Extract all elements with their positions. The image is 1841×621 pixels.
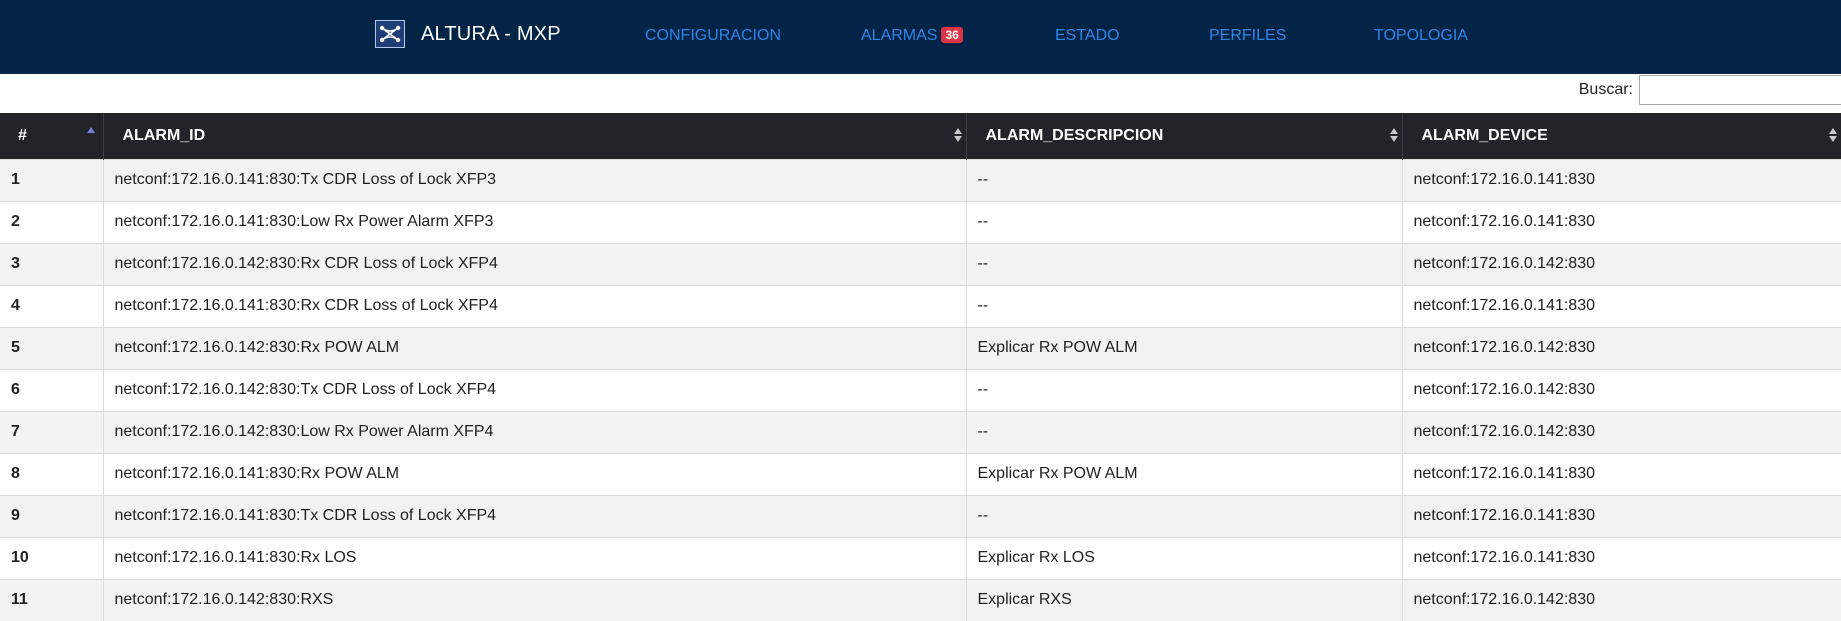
alarms-table: # ALARM_ID ALARM_DESCRIPCION ALARM_DEVIC… <box>0 113 1841 621</box>
nav-configuracion[interactable]: CONFIGURACION <box>645 27 781 45</box>
sort-ascending-icon <box>86 127 95 133</box>
row-number: 1 <box>0 158 104 201</box>
alarm-device-cell: netconf:172.16.0.141:830 <box>1402 494 1841 537</box>
alarm-device-cell: netconf:172.16.0.141:830 <box>1402 200 1841 243</box>
row-number: 8 <box>0 452 104 495</box>
alarm-device-cell: netconf:172.16.0.141:830 <box>1402 536 1841 579</box>
alarm-descripcion-cell: -- <box>966 284 1403 327</box>
alarm-id-cell: netconf:172.16.0.142:830:Rx POW ALM <box>103 326 967 369</box>
column-header-label: ALARM_ID <box>122 126 206 144</box>
alarm-descripcion-cell: -- <box>966 158 1403 201</box>
table-row[interactable]: 8 netconf:172.16.0.141:830:Rx POW ALM Ex… <box>0 452 1841 495</box>
sort-icon <box>1389 128 1398 144</box>
alarm-device-cell: netconf:172.16.0.141:830 <box>1402 452 1841 495</box>
alarm-descripcion-cell: -- <box>966 200 1403 243</box>
table-row[interactable]: 10 netconf:172.16.0.141:830:Rx LOS Expli… <box>0 536 1841 579</box>
column-header-alarm-id[interactable]: ALARM_ID <box>103 113 967 159</box>
row-number: 3 <box>0 242 104 285</box>
row-number: 9 <box>0 494 104 537</box>
alarm-descripcion-cell: -- <box>966 242 1403 285</box>
column-header-alarm-device[interactable]: ALARM_DEVICE <box>1402 113 1841 159</box>
alarm-device-cell: netconf:172.16.0.142:830 <box>1402 242 1841 285</box>
table-header-row: # ALARM_ID ALARM_DESCRIPCION ALARM_DEVIC… <box>0 113 1841 159</box>
column-header-label: # <box>18 126 27 144</box>
row-number: 4 <box>0 284 104 327</box>
alarm-id-cell: netconf:172.16.0.141:830:Rx LOS <box>103 536 967 579</box>
table-row[interactable]: 6 netconf:172.16.0.142:830:Tx CDR Loss o… <box>0 368 1841 411</box>
column-header-number[interactable]: # <box>0 113 104 159</box>
alarm-id-cell: netconf:172.16.0.142:830:Rx CDR Loss of … <box>103 242 967 285</box>
row-number: 10 <box>0 536 104 579</box>
table-row[interactable]: 1 netconf:172.16.0.141:830:Tx CDR Loss o… <box>0 158 1841 201</box>
alarm-device-cell: netconf:172.16.0.141:830 <box>1402 158 1841 201</box>
brand[interactable]: ALTURA - MXP <box>375 19 561 49</box>
alarm-id-cell: netconf:172.16.0.141:830:Rx POW ALM <box>103 452 967 495</box>
table-row[interactable]: 11 netconf:172.16.0.142:830:RXS Explicar… <box>0 578 1841 621</box>
alarm-descripcion-cell: -- <box>966 410 1403 453</box>
alarm-device-cell: netconf:172.16.0.142:830 <box>1402 368 1841 411</box>
top-navbar: ALTURA - MXP CONFIGURACION ALARMAS 36 EST… <box>0 0 1841 74</box>
column-header-label: ALARM_DEVICE <box>1421 126 1548 144</box>
table-row[interactable]: 3 netconf:172.16.0.142:830:Rx CDR Loss o… <box>0 242 1841 285</box>
alarm-id-cell: netconf:172.16.0.142:830:Low Rx Power Al… <box>103 410 967 453</box>
table-row[interactable]: 2 netconf:172.16.0.141:830:Low Rx Power … <box>0 200 1841 243</box>
row-number: 7 <box>0 410 104 453</box>
alarm-device-cell: netconf:172.16.0.142:830 <box>1402 326 1841 369</box>
search-input[interactable] <box>1639 75 1841 105</box>
alarm-count-badge: 36 <box>941 27 963 43</box>
row-number: 11 <box>0 578 104 621</box>
sort-icon <box>953 128 962 144</box>
alarm-id-cell: netconf:172.16.0.141:830:Tx CDR Loss of … <box>103 158 967 201</box>
search-label: Buscar: <box>1578 81 1633 98</box>
table-row[interactable]: 7 netconf:172.16.0.142:830:Low Rx Power … <box>0 410 1841 453</box>
brand-title: ALTURA - MXP <box>421 22 561 45</box>
alarm-device-cell: netconf:172.16.0.141:830 <box>1402 284 1841 327</box>
alarm-descripcion-cell: Explicar Rx POW ALM <box>966 452 1403 495</box>
alarm-id-cell: netconf:172.16.0.141:830:Rx CDR Loss of … <box>103 284 967 327</box>
sort-icon <box>1828 128 1837 144</box>
search-bar: Buscar: <box>1579 75 1841 105</box>
column-header-alarm-descripcion[interactable]: ALARM_DESCRIPCION <box>966 113 1403 159</box>
alarm-device-cell: netconf:172.16.0.142:830 <box>1402 578 1841 621</box>
alarm-id-cell: netconf:172.16.0.142:830:RXS <box>103 578 967 621</box>
alarm-id-cell: netconf:172.16.0.141:830:Tx CDR Loss of … <box>103 494 967 537</box>
row-number: 2 <box>0 200 104 243</box>
alarm-descripcion-cell: -- <box>966 494 1403 537</box>
alarm-id-cell: netconf:172.16.0.141:830:Low Rx Power Al… <box>103 200 967 243</box>
alarm-id-cell: netconf:172.16.0.142:830:Tx CDR Loss of … <box>103 368 967 411</box>
nav-topologia[interactable]: TOPOLOGIA <box>1374 27 1468 45</box>
alarm-device-cell: netconf:172.16.0.142:830 <box>1402 410 1841 453</box>
alarm-descripcion-cell: Explicar RXS <box>966 578 1403 621</box>
alarm-descripcion-cell: Explicar Rx POW ALM <box>966 326 1403 369</box>
nav-estado[interactable]: ESTADO <box>1055 27 1120 45</box>
table-row[interactable]: 5 netconf:172.16.0.142:830:Rx POW ALM Ex… <box>0 326 1841 369</box>
row-number: 6 <box>0 368 104 411</box>
row-number: 5 <box>0 326 104 369</box>
network-logo-icon <box>375 20 405 48</box>
alarm-descripcion-cell: Explicar Rx LOS <box>966 536 1403 579</box>
table-row[interactable]: 9 netconf:172.16.0.141:830:Tx CDR Loss o… <box>0 494 1841 537</box>
alarm-descripcion-cell: -- <box>966 368 1403 411</box>
nav-perfiles[interactable]: PERFILES <box>1209 27 1286 45</box>
nav-alarmas[interactable]: ALARMAS 36 <box>861 27 963 45</box>
column-header-label: ALARM_DESCRIPCION <box>985 126 1164 144</box>
nav-alarmas-label: ALARMAS <box>861 27 938 44</box>
table-row[interactable]: 4 netconf:172.16.0.141:830:Rx CDR Loss o… <box>0 284 1841 327</box>
